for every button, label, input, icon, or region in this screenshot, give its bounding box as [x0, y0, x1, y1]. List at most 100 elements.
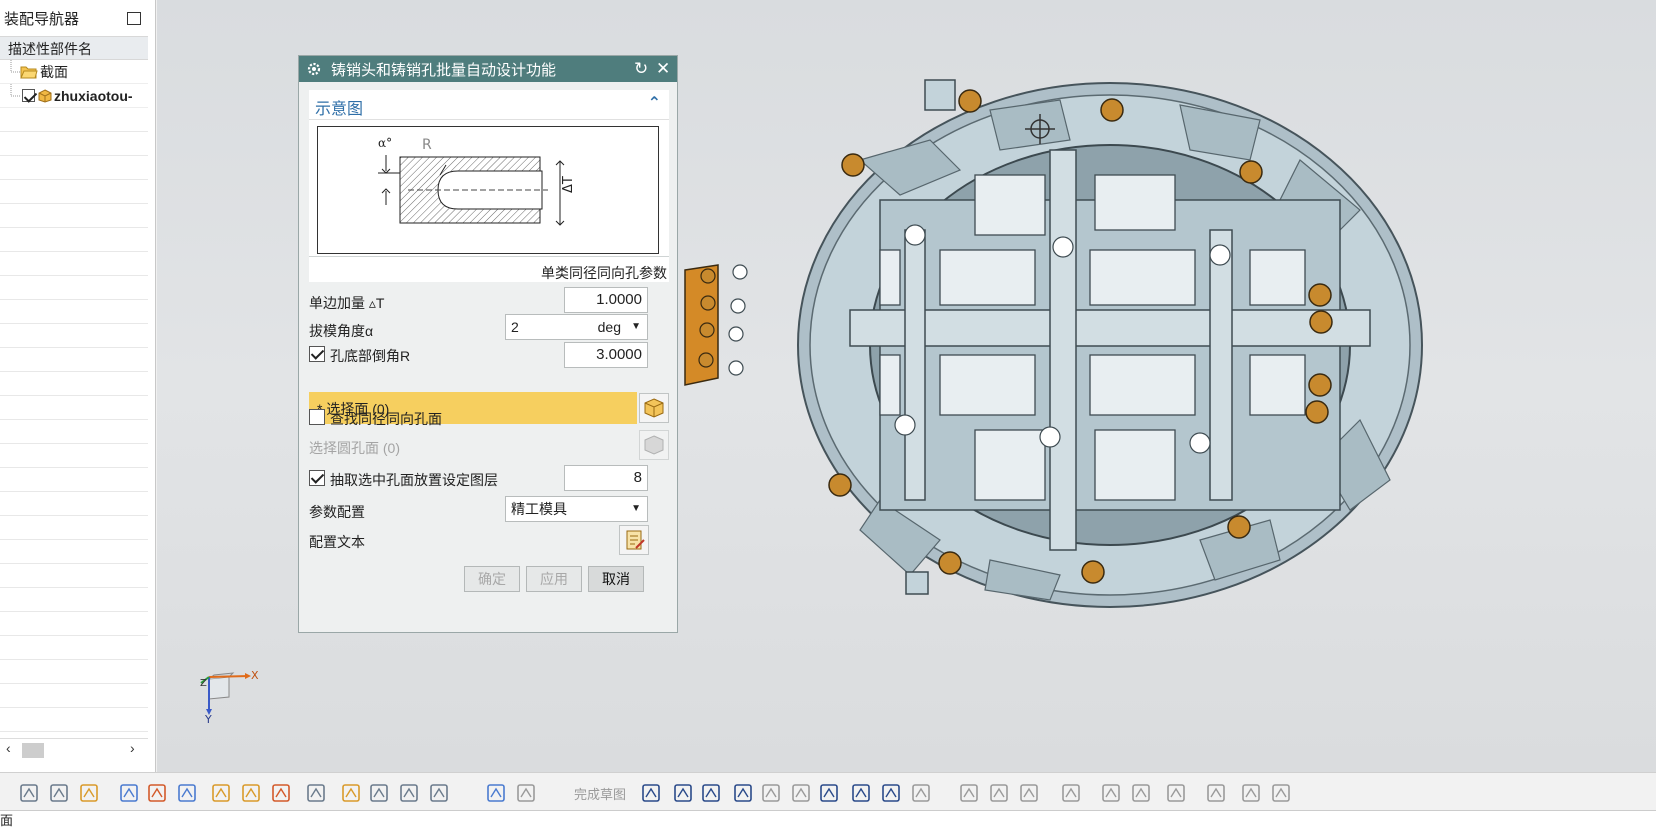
wave-icon[interactable] — [305, 782, 327, 804]
find-same-checkbox[interactable] — [309, 409, 325, 425]
chevron-up-icon[interactable]: ⌃ — [648, 93, 661, 113]
assembly-icon[interactable] — [18, 782, 40, 804]
empty-row — [0, 108, 148, 132]
part-visibility-checkbox[interactable] — [22, 89, 35, 102]
schematic-section-header[interactable]: 示意图 ⌃ — [309, 90, 669, 120]
link-icon[interactable] — [340, 782, 362, 804]
folder-icon — [20, 66, 38, 79]
empty-row — [0, 516, 148, 540]
empty-row — [0, 540, 148, 564]
param-config-select[interactable]: 精工模具 ▼ — [505, 496, 648, 522]
status-text: 面 — [0, 813, 14, 828]
sketch-icon[interactable] — [485, 782, 507, 804]
draft-angle-input[interactable]: 2 deg ▼ — [505, 314, 648, 340]
select-hole-button[interactable] — [639, 430, 669, 460]
corner-icon[interactable] — [1018, 782, 1040, 804]
trim-icon[interactable] — [958, 782, 980, 804]
auto-constrain-icon[interactable] — [1240, 782, 1262, 804]
empty-rows — [0, 108, 155, 756]
measure-icon[interactable] — [368, 782, 390, 804]
draft-angle-label: 拔模角度α — [309, 323, 374, 339]
profile-icon[interactable] — [640, 782, 662, 804]
schematic-image: α° R ΔT — [317, 126, 659, 254]
empty-row — [0, 636, 148, 660]
extract-label: 抽取选中孔面放置设定图层 — [330, 472, 498, 488]
scroll-thumb[interactable] — [22, 743, 44, 758]
apply-button[interactable]: 应用 — [526, 566, 582, 592]
empty-row — [0, 420, 148, 444]
fillet-icon[interactable] — [760, 782, 782, 804]
add-component-icon[interactable] — [78, 782, 100, 804]
empty-row — [0, 252, 148, 276]
tree-item-section[interactable]: 截面 — [0, 60, 148, 84]
part-icon — [38, 89, 52, 103]
close-icon[interactable]: ✕ — [656, 59, 670, 79]
geometric-constraint-icon[interactable] — [1130, 782, 1152, 804]
horizontal-scrollbar[interactable]: ‹ › — [0, 738, 148, 760]
param-config-label: 参数配置 — [309, 504, 365, 520]
empty-row — [0, 300, 148, 324]
constraint-icon[interactable] — [146, 782, 168, 804]
cancel-button[interactable]: 取消 — [588, 566, 644, 592]
column-header[interactable]: 描述性部件名 — [0, 36, 148, 60]
layer-input[interactable]: 8 — [564, 465, 648, 491]
chamfer-checkbox[interactable] — [309, 346, 325, 362]
maximize-icon[interactable] — [127, 12, 141, 25]
grid-icon[interactable] — [515, 782, 537, 804]
config-text-button[interactable] — [619, 525, 649, 555]
offset-icon[interactable] — [910, 782, 932, 804]
empty-row — [0, 588, 148, 612]
replace-icon[interactable] — [270, 782, 292, 804]
scroll-right-icon[interactable]: › — [130, 740, 135, 756]
polygon-icon[interactable] — [850, 782, 872, 804]
chevron-down-icon[interactable]: ▼ — [631, 315, 641, 339]
dialog-title-bar[interactable]: 铸销头和铸销孔批量自动设计功能 ↻ ✕ — [299, 56, 677, 82]
single-side-input[interactable]: 1.0000 — [564, 287, 648, 313]
empty-row — [0, 684, 148, 708]
chamfer-icon[interactable] — [790, 782, 812, 804]
empty-row — [0, 396, 148, 420]
chevron-down-icon[interactable]: ▼ — [631, 497, 641, 521]
select-hole-label: 选择圆孔面 (0) — [309, 440, 400, 456]
rectangle-icon[interactable] — [818, 782, 840, 804]
reset-icon[interactable]: ↻ — [634, 59, 648, 79]
empty-row — [0, 180, 148, 204]
section-icon[interactable] — [428, 782, 450, 804]
empty-row — [0, 276, 148, 300]
move-icon[interactable] — [118, 782, 140, 804]
extend-icon[interactable] — [988, 782, 1010, 804]
r-label: R — [422, 137, 432, 153]
line-icon[interactable] — [672, 782, 694, 804]
empty-row — [0, 444, 148, 468]
divider — [309, 256, 669, 257]
navigator-title-bar: 装配导航器 — [0, 0, 155, 36]
tree-item-label: 截面 — [40, 64, 68, 80]
arc-icon[interactable] — [700, 782, 722, 804]
tree-item-label: zhuxiaotou- — [54, 88, 133, 104]
array-icon[interactable] — [240, 782, 262, 804]
empty-row — [0, 564, 148, 588]
chamfer-input[interactable]: 3.0000 — [564, 342, 648, 368]
select-face-button[interactable] — [639, 393, 669, 423]
navigator-title: 装配导航器 — [4, 10, 80, 28]
group-label: 单类同径同向孔参数 — [541, 265, 667, 281]
pattern-icon[interactable] — [210, 782, 232, 804]
tree-item-part[interactable]: zhuxiaotou- — [0, 84, 148, 108]
triad-z-label: Z — [200, 678, 207, 689]
distance-icon[interactable] — [398, 782, 420, 804]
scroll-left-icon[interactable]: ‹ — [6, 740, 11, 756]
draft-angle-value: 2 — [511, 319, 519, 335]
component-icon[interactable] — [48, 782, 70, 804]
sketch-settings-icon[interactable] — [1270, 782, 1292, 804]
finish-sketch-label[interactable]: 完成草图 — [574, 784, 626, 803]
delta-t-label: ΔT — [561, 176, 576, 193]
mirror-icon[interactable] — [176, 782, 198, 804]
extract-checkbox[interactable] — [309, 470, 325, 486]
circle-icon[interactable] — [732, 782, 754, 804]
dimension-icon[interactable] — [1100, 782, 1122, 804]
display-constraints-icon[interactable] — [1205, 782, 1227, 804]
relations-icon[interactable] — [1165, 782, 1187, 804]
point-icon[interactable] — [880, 782, 902, 804]
ok-button[interactable]: 确定 — [464, 566, 520, 592]
mirror-curve-icon[interactable] — [1060, 782, 1082, 804]
